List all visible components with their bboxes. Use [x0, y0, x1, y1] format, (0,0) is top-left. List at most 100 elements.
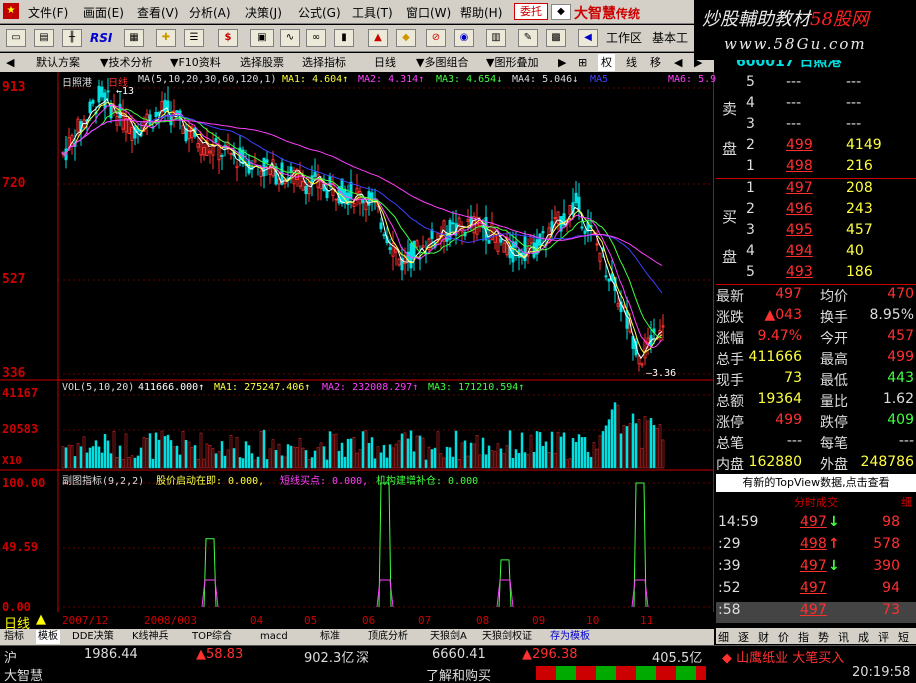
- dollar-icon[interactable]: $: [218, 29, 238, 47]
- buy-price[interactable]: 493: [786, 264, 813, 280]
- news-icon[interactable]: ▥: [486, 29, 506, 47]
- tick-row[interactable]: :39 497 ↓ 390: [716, 558, 916, 579]
- rtab-0[interactable]: 细: [718, 629, 729, 645]
- basic-button[interactable]: 基本工: [652, 29, 688, 47]
- topview-banner[interactable]: 有新的TopView数据,点击查看: [716, 474, 916, 492]
- volume-bar: [343, 456, 347, 469]
- rtab-4[interactable]: 指: [798, 629, 809, 645]
- btab-tianlang-a[interactable]: 天狼剑A: [430, 630, 467, 644]
- arrow-left-icon[interactable]: ◀: [6, 54, 14, 71]
- kline-icon[interactable]: ╫: [62, 29, 82, 47]
- cross-icon[interactable]: ✚: [156, 29, 176, 47]
- alert-icon[interactable]: ▲: [368, 29, 388, 47]
- tab-pick-indicator[interactable]: 选择指标: [302, 54, 346, 71]
- sell-row[interactable]: 5 --- ---: [716, 74, 916, 95]
- folder-icon[interactable]: ▭: [6, 29, 26, 47]
- tab-xian[interactable]: 线: [626, 54, 637, 71]
- tab-multi[interactable]: ▼多图组合: [416, 54, 468, 71]
- rtab-9[interactable]: 短: [898, 629, 909, 645]
- note-icon[interactable]: ✎: [518, 29, 538, 47]
- buy-price[interactable]: 495: [786, 222, 813, 238]
- rtab-5[interactable]: 势: [818, 629, 829, 645]
- menu-tools[interactable]: 工具(T): [352, 4, 393, 21]
- tab-arrow-right[interactable]: ▶: [558, 54, 566, 71]
- tab-pick-stock[interactable]: 选择股票: [240, 54, 284, 71]
- rtab-2[interactable]: 财: [758, 629, 769, 645]
- btab-dde[interactable]: DDE决策: [72, 630, 114, 644]
- buy-price[interactable]: 496: [786, 201, 813, 217]
- globe-icon[interactable]: ◉: [454, 29, 474, 47]
- sell-price[interactable]: ---: [786, 116, 801, 132]
- rtab-6[interactable]: 讯: [838, 629, 849, 645]
- buy-row[interactable]: 5 493 186: [716, 264, 916, 285]
- binoculars-icon[interactable]: ∞: [306, 29, 326, 47]
- rtab-3[interactable]: 价: [778, 629, 789, 645]
- buy-price[interactable]: 497: [786, 180, 813, 196]
- lock-icon[interactable]: ◆: [551, 4, 571, 20]
- buy-row[interactable]: 4 494 40: [716, 243, 916, 264]
- sell-price[interactable]: ---: [786, 95, 801, 111]
- status-hint[interactable]: 了解和购买: [426, 665, 491, 683]
- menu-file[interactable]: 文件(F): [28, 4, 68, 21]
- workspace-button[interactable]: 工作区: [606, 29, 642, 47]
- tab-period[interactable]: 日线: [374, 54, 396, 71]
- tick-row[interactable]: :58 497 73: [716, 602, 916, 623]
- money-icon[interactable]: ▣: [250, 29, 274, 47]
- bars-icon[interactable]: ▮: [334, 29, 354, 47]
- sell-row[interactable]: 1 498 216: [716, 158, 916, 179]
- back-icon[interactable]: ◀: [578, 29, 598, 47]
- buy-row[interactable]: 3 495 457: [716, 222, 916, 243]
- chart-area[interactable]: 日照港 日线 MA(5,10,20,30,60,120,1) MA1: 4.60…: [0, 72, 716, 614]
- tab-f10[interactable]: ▼F10资料: [170, 54, 221, 71]
- tab-tech-analysis[interactable]: ▼技术分析: [100, 54, 152, 71]
- menu-view[interactable]: 查看(V): [137, 4, 179, 21]
- btab-topbottom[interactable]: 顶底分析: [368, 630, 408, 644]
- btab-save-template[interactable]: 存为模板: [550, 630, 590, 644]
- btab-macd[interactable]: macd: [260, 630, 288, 644]
- btab-kline[interactable]: K线神兵: [132, 630, 169, 644]
- volume-bar: [607, 419, 611, 469]
- tick-row[interactable]: :52 497 94: [716, 580, 916, 601]
- buy-price[interactable]: 494: [786, 243, 813, 259]
- sell-row[interactable]: 3 --- ---: [716, 116, 916, 137]
- sell-row[interactable]: 4 --- ---: [716, 95, 916, 116]
- btab-standard[interactable]: 标准: [320, 630, 340, 644]
- diamond-icon[interactable]: ◆: [396, 29, 416, 47]
- btab-top[interactable]: TOP综合: [192, 630, 232, 644]
- btab-tianlang-warrant[interactable]: 天狼剑权证: [482, 630, 532, 644]
- rsi-button[interactable]: RSI: [90, 29, 112, 47]
- rtab-8[interactable]: 评: [878, 629, 889, 645]
- table-icon[interactable]: ☰: [184, 29, 204, 47]
- tag-icon[interactable]: ⊘: [426, 29, 446, 47]
- chart-icon[interactable]: ▤: [34, 29, 54, 47]
- menu-analysis[interactable]: 分析(A): [189, 4, 231, 21]
- buy-row[interactable]: 2 496 243: [716, 201, 916, 222]
- tab-move[interactable]: 移: [650, 54, 661, 71]
- menu-decision[interactable]: 决策(J): [245, 4, 282, 21]
- buy-row[interactable]: 1 497 208: [716, 180, 916, 201]
- menu-help[interactable]: 帮助(H): [460, 4, 502, 21]
- weituo-button[interactable]: 委托: [514, 3, 548, 20]
- rtab-7[interactable]: 成: [858, 629, 869, 645]
- sell-price[interactable]: ---: [786, 74, 801, 90]
- tab-quan[interactable]: 权: [598, 54, 615, 71]
- menu-window[interactable]: 窗口(W): [406, 4, 451, 21]
- tab-plus[interactable]: ⊞: [578, 54, 587, 71]
- tab-prev[interactable]: ◀: [674, 54, 682, 71]
- sell-row[interactable]: 2 499 4149: [716, 137, 916, 158]
- tick-row[interactable]: :29 498 ↑ 578: [716, 536, 916, 557]
- grid-icon[interactable]: ▦: [124, 29, 144, 47]
- tick-row[interactable]: 14:59 497 ↓ 98: [716, 514, 916, 535]
- calc-icon[interactable]: ▩: [546, 29, 566, 47]
- btab-template[interactable]: 模板: [36, 630, 60, 644]
- tab-default-scheme[interactable]: 默认方案: [36, 54, 80, 71]
- candle-body: [607, 278, 611, 282]
- sell-price[interactable]: 498: [786, 158, 813, 174]
- sell-price[interactable]: 499: [786, 137, 813, 153]
- rtab-1[interactable]: 逐: [738, 629, 749, 645]
- menu-screen[interactable]: 画面(E): [83, 4, 124, 21]
- btab-indicator[interactable]: 指标: [4, 630, 24, 644]
- tab-overlay[interactable]: ▼图形叠加: [486, 54, 538, 71]
- wave-icon[interactable]: ∿: [280, 29, 300, 47]
- menu-formula[interactable]: 公式(G): [298, 4, 341, 21]
